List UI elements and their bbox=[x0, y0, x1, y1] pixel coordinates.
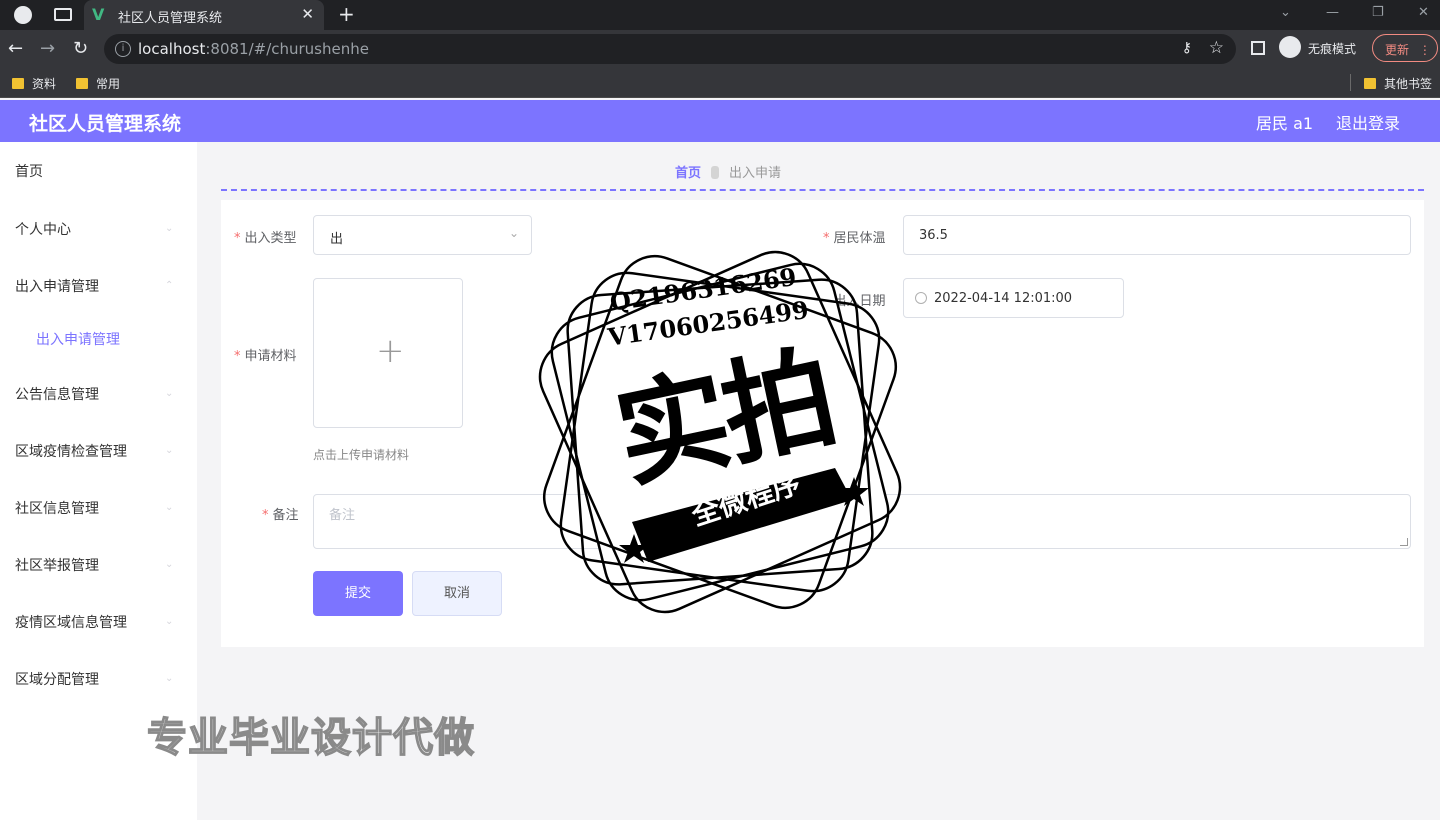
incognito-icon[interactable] bbox=[1279, 36, 1301, 58]
bookmarks-bar: 资料 常用 其他书签 bbox=[0, 68, 1440, 98]
sidebar-item-community-info-management[interactable]: 社区信息管理 bbox=[15, 498, 99, 518]
chevron-down-icon: ⌄ bbox=[165, 388, 174, 399]
app-header: 社区人员管理系统 居民 a1 退出登录 bbox=[0, 100, 1440, 142]
breadcrumb-home[interactable]: 首页 bbox=[675, 166, 701, 181]
side-panel-icon[interactable] bbox=[1251, 41, 1265, 55]
sidebar-item-notice-management[interactable]: 公告信息管理 bbox=[15, 384, 99, 404]
sidebar-item-home[interactable]: 首页 bbox=[15, 161, 43, 181]
globe-icon[interactable] bbox=[14, 6, 32, 24]
chevron-down-icon: ⌄ bbox=[165, 223, 174, 234]
plus-icon: + bbox=[376, 331, 405, 371]
breadcrumb-separator-icon bbox=[711, 166, 720, 179]
remark-label: * 备注 bbox=[262, 508, 299, 523]
temperature-input[interactable]: 36.5 bbox=[903, 215, 1411, 255]
window-icon[interactable] bbox=[54, 8, 72, 21]
temperature-value: 36.5 bbox=[919, 228, 948, 243]
incognito-label: 无痕模式 bbox=[1308, 42, 1357, 56]
submit-button[interactable]: 提交 bbox=[313, 571, 403, 616]
site-info-icon[interactable]: i bbox=[115, 41, 131, 57]
bookmark-separator bbox=[1350, 74, 1351, 91]
sidebar-item-epidemic-area-management[interactable]: 疫情区域信息管理 bbox=[15, 612, 127, 632]
type-select-value: 出 bbox=[330, 232, 344, 247]
browser-tab-bar: V 社区人员管理系统 ✕ + ⌄ — ❐ ✕ bbox=[0, 0, 1440, 30]
browser-toolbar: ← → ↻ i localhost:8081/#/churushenhe ⚷ ☆… bbox=[0, 30, 1440, 68]
sidebar-item-epidemic-check-management[interactable]: 区域疫情检查管理 bbox=[15, 441, 127, 461]
chevron-down-icon: ⌄ bbox=[165, 445, 174, 456]
chevron-down-icon: ⌄ bbox=[165, 673, 174, 684]
bookmark-folder-ziliao[interactable]: 资料 bbox=[12, 75, 56, 92]
browser-tab[interactable]: V 社区人员管理系统 ✕ bbox=[84, 0, 324, 30]
material-upload[interactable]: + bbox=[313, 278, 463, 428]
back-icon[interactable]: ← bbox=[8, 38, 23, 59]
reload-icon[interactable]: ↻ bbox=[73, 38, 88, 59]
tab-search-icon[interactable]: ⌄ bbox=[1280, 5, 1291, 20]
date-value: 2022-04-14 12:01:00 bbox=[934, 291, 1073, 306]
user-name: 居民 a1 bbox=[1256, 114, 1314, 133]
chevron-down-icon: ⌄ bbox=[165, 559, 174, 570]
sidebar-item-community-report-management[interactable]: 社区举报管理 bbox=[15, 555, 99, 575]
folder-icon bbox=[76, 78, 88, 89]
sidebar-item-personal-center[interactable]: 个人中心 bbox=[15, 219, 71, 239]
chevron-down-icon: ⌄ bbox=[508, 226, 519, 240]
remark-placeholder: 备注 bbox=[329, 508, 356, 523]
url-text: localhost:8081/#/churushenhe bbox=[138, 40, 369, 58]
forward-icon[interactable]: → bbox=[40, 38, 55, 59]
folder-icon bbox=[1364, 78, 1376, 89]
breadcrumb-current: 出入申请 bbox=[729, 166, 782, 181]
tab-title: 社区人员管理系统 bbox=[118, 11, 223, 26]
address-bar[interactable]: i localhost:8081/#/churushenhe ⚷ ☆ bbox=[104, 34, 1236, 64]
other-bookmarks[interactable]: 其他书签 bbox=[1364, 75, 1432, 92]
vue-logo-icon: V bbox=[92, 5, 105, 24]
new-tab-icon[interactable]: + bbox=[338, 2, 355, 26]
upload-tip: 点击上传申请材料 bbox=[313, 448, 410, 462]
close-window-icon[interactable]: ✕ bbox=[1418, 5, 1429, 20]
close-tab-icon[interactable]: ✕ bbox=[301, 5, 314, 23]
breadcrumb-divider bbox=[221, 189, 1424, 191]
watermark-ad-text: 专业毕业设计代做 bbox=[146, 714, 475, 762]
chevron-down-icon: ⌄ bbox=[165, 502, 174, 513]
chevron-down-icon: ⌄ bbox=[165, 616, 174, 627]
folder-icon bbox=[12, 78, 24, 89]
sidebar-subitem-access-request[interactable]: 出入申请管理 bbox=[36, 329, 120, 349]
sidebar-item-access-request-management[interactable]: 出入申请管理 bbox=[15, 276, 99, 296]
logout-link[interactable]: 退出登录 bbox=[1336, 110, 1400, 134]
restore-icon[interactable]: ❐ bbox=[1372, 5, 1384, 20]
bookmark-star-icon[interactable]: ☆ bbox=[1209, 38, 1224, 58]
type-label: * 出入类型 bbox=[234, 231, 297, 246]
resize-handle-icon[interactable] bbox=[1400, 538, 1408, 546]
type-select[interactable]: 出 ⌄ bbox=[313, 215, 532, 255]
key-icon[interactable]: ⚷ bbox=[1182, 40, 1192, 56]
minimize-icon[interactable]: — bbox=[1326, 5, 1339, 20]
chevron-up-icon: ⌃ bbox=[165, 280, 174, 291]
update-button[interactable]: 更新 ⋮ bbox=[1372, 34, 1438, 62]
date-picker[interactable]: 2022-04-14 12:01:00 bbox=[903, 278, 1124, 318]
material-label: * 申请材料 bbox=[234, 349, 297, 364]
app-title: 社区人员管理系统 bbox=[29, 113, 182, 135]
sidebar-item-area-assignment-management[interactable]: 区域分配管理 bbox=[15, 669, 99, 689]
bookmark-folder-changyong[interactable]: 常用 bbox=[76, 75, 120, 92]
cancel-button[interactable]: 取消 bbox=[412, 571, 502, 616]
breadcrumb: 首页 出入申请 bbox=[675, 162, 781, 181]
